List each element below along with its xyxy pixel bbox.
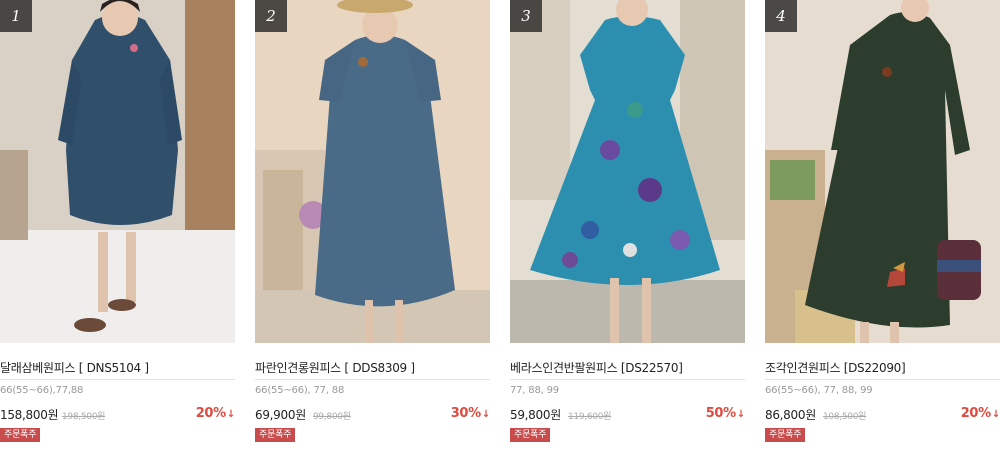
rank-badge: 2 [255,0,287,32]
discount-rate: 30%↓ [450,406,491,421]
product-card[interactable]: 4 조각인견원피스 [DS22090] 66(55~66), 77, 88, 9… [765,0,1000,452]
hot-order-badge: 주문폭주 [0,428,41,442]
original-price: 119,600원 [568,412,612,422]
product-sizes: 66(55~66), 77, 88, 99 [765,385,873,396]
discount-value: 30% [450,406,482,421]
hot-order-badge: 주문폭주 [255,428,296,442]
original-price: 108,500원 [823,412,867,422]
original-price: 99,800원 [313,412,351,422]
divider [0,379,235,380]
arrow-down-icon: ↓ [226,409,235,420]
rank-badge: 4 [765,0,797,32]
product-sizes: 66(55~66),77,88 [0,385,84,396]
product-image[interactable]: 2 [255,0,490,343]
product-card[interactable]: 2 파란인견롱원피스 [ DDS8309 ] 66(55~66), 77, 88… [255,0,490,452]
product-name[interactable]: 베라스인견반팔원피스 [DS22570] [510,359,745,376]
divider [510,379,745,380]
arrow-down-icon: ↓ [736,409,745,420]
product-sizes: 66(55~66), 77, 88 [255,385,345,396]
divider [255,379,490,380]
product-photo [510,0,745,343]
product-photo [765,0,1000,343]
product-image[interactable]: 4 [765,0,1000,343]
product-name[interactable]: 달래삼베원피스 [ DNS5104 ] [0,359,235,376]
product-photo [0,0,235,343]
hot-order-badge: 주문폭주 [510,428,551,442]
product-sizes: 77, 88, 99 [510,385,559,396]
product-card[interactable]: 1 달래삼베원피스 [ DNS5104 ] 66(55~66),77,88 15… [0,0,235,452]
divider [765,379,1000,380]
product-name[interactable]: 조각인견원피스 [DS22090] [765,359,1000,376]
product-image[interactable]: 3 [510,0,745,343]
rank-badge: 3 [510,0,542,32]
sale-price: 86,800원 [765,408,816,422]
product-card[interactable]: 3 베라스인견반팔원피스 [DS22570] 77, 88, 99 59,800… [510,0,745,452]
discount-value: 20% [960,406,992,421]
product-name[interactable]: 파란인견롱원피스 [ DDS8309 ] [255,359,490,376]
original-price: 198,500원 [62,412,106,422]
sale-price: 158,800원 [0,408,59,422]
product-photo [255,0,490,343]
discount-rate: 50%↓ [705,406,746,421]
price-row: 59,800원 119,600원 50%↓ [510,406,745,422]
price-row: 158,800원 198,500원 20%↓ [0,406,235,422]
sale-price: 69,900원 [255,408,306,422]
rank-badge: 1 [0,0,32,32]
price-row: 69,900원 99,800원 30%↓ [255,406,490,422]
discount-value: 20% [195,406,227,421]
arrow-down-icon: ↓ [991,409,1000,420]
sale-price: 59,800원 [510,408,561,422]
price-row: 86,800원 108,500원 20%↓ [765,406,1000,422]
discount-value: 50% [705,406,737,421]
discount-rate: 20%↓ [195,406,236,421]
product-grid: 1 달래삼베원피스 [ DNS5104 ] 66(55~66),77,88 15… [0,0,1000,452]
hot-order-badge: 주문폭주 [765,428,806,442]
discount-rate: 20%↓ [961,406,1000,421]
arrow-down-icon: ↓ [481,409,490,420]
product-image[interactable]: 1 [0,0,235,343]
